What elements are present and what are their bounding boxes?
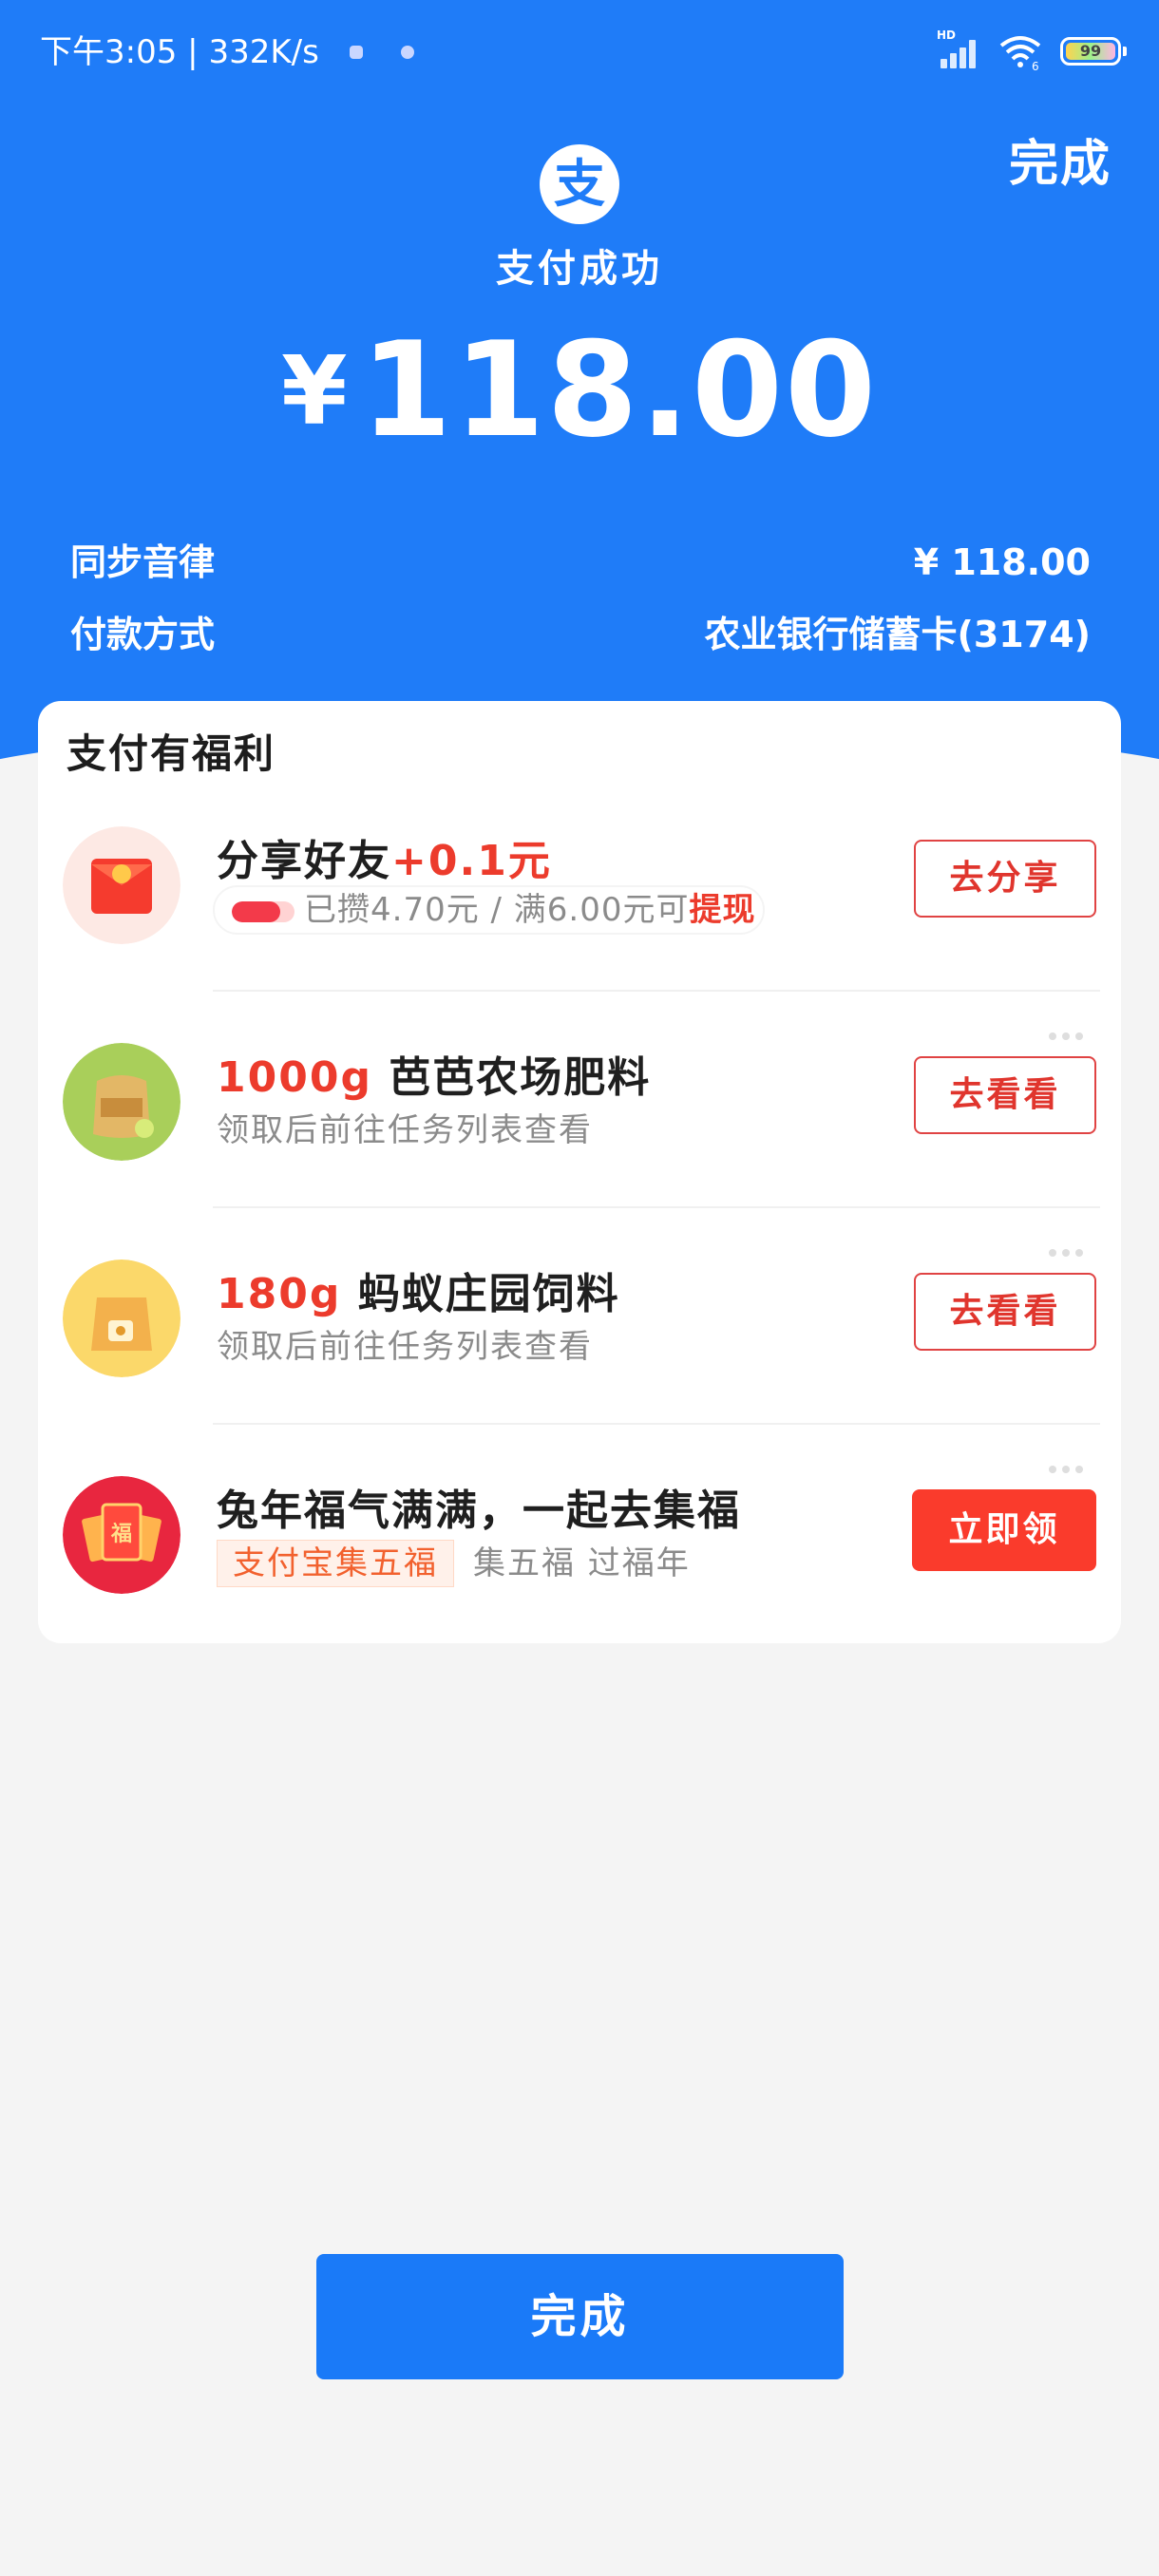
- fu-subtitle: 支付宝集五福 集五福 过福年: [217, 1537, 691, 1587]
- info-row-merchant: 同步音律 ¥ 118.00: [70, 536, 1091, 589]
- share-progress-text: 已攒4.70元 / 满6.00元可: [304, 891, 690, 929]
- fu-tag: 支付宝集五福: [217, 1540, 454, 1587]
- notification-icon: [350, 46, 363, 59]
- info-row-payment-method: 付款方式 农业银行储蓄卡(3174): [70, 608, 1091, 661]
- clock: 下午3:05: [40, 33, 178, 71]
- ant-subtitle: 领取后前往任务列表查看: [217, 1328, 593, 1366]
- svg-text:6: 6: [1032, 60, 1039, 70]
- share-title-text: 分享好友: [217, 837, 391, 885]
- divider: [213, 1423, 1100, 1425]
- battery-icon: 99: [1060, 37, 1127, 66]
- status-time: 下午3:05 | 332K/s: [40, 33, 319, 71]
- fu-subtitle-text: 集五福 过福年: [473, 1544, 691, 1582]
- benefits-card: 支付有福利 分享好友+0.1元 已攒4.70元 / 满6.00元可提现 去分享: [38, 701, 1121, 1643]
- more-options-icon[interactable]: [1049, 1026, 1092, 1040]
- share-button[interactable]: 去分享: [914, 840, 1096, 918]
- withdraw-link[interactable]: 提现: [689, 891, 755, 929]
- wifi-icon: 6: [999, 36, 1041, 70]
- alipay-logo-icon: 支: [540, 144, 619, 224]
- fu-card-icon: 福: [63, 1476, 180, 1594]
- divider: [213, 1206, 1100, 1208]
- amount-value: 118.00: [360, 313, 879, 466]
- ant-amount: 180g: [217, 1270, 342, 1318]
- notification-dot-icon: [401, 46, 414, 59]
- hd-label: HD: [937, 28, 957, 42]
- cellular-signal-icon: HD: [937, 28, 980, 68]
- farm-subtitle: 领取后前往任务列表查看: [217, 1111, 593, 1149]
- divider: [213, 990, 1100, 992]
- farm-title-text: 芭芭农场肥料: [371, 1053, 652, 1102]
- red-envelope-icon: [63, 826, 180, 944]
- ant-view-button[interactable]: 去看看: [914, 1273, 1096, 1351]
- feed-bag-icon: [63, 1260, 180, 1377]
- farm-amount: 1000g: [217, 1053, 372, 1102]
- share-title: 分享好友+0.1元: [217, 826, 552, 887]
- status-icons: HD 6 99: [937, 28, 1127, 70]
- benefits-title: 支付有福利: [66, 730, 276, 777]
- fertilizer-bag-icon: [63, 1043, 180, 1161]
- benefit-item-ant-farm[interactable]: 180g 蚂蚁庄园饲料 领取后前往任务列表查看 去看看: [38, 1260, 1121, 1474]
- svg-text:福: 福: [110, 1523, 132, 1546]
- benefit-item-farm[interactable]: 1000g 芭芭农场肥料 领取后前往任务列表查看 去看看: [38, 1043, 1121, 1258]
- payment-method-label: 付款方式: [70, 614, 216, 655]
- payment-success-page: 下午3:05 | 332K/s HD 6 99 完成 支 支付成功 ¥118.0…: [0, 0, 1159, 2576]
- more-options-icon[interactable]: [1049, 1459, 1092, 1473]
- more-options-icon[interactable]: [1049, 1242, 1092, 1257]
- fu-claim-button[interactable]: 立即领: [912, 1489, 1096, 1571]
- done-top-button[interactable]: 完成: [1009, 123, 1112, 195]
- ant-title: 180g 蚂蚁庄园饲料: [217, 1260, 620, 1320]
- battery-level: 99: [1066, 43, 1115, 60]
- currency-symbol: ¥: [280, 335, 348, 446]
- status-bar: 下午3:05 | 332K/s HD 6 99: [40, 28, 1127, 76]
- share-bonus: +0.1元: [391, 837, 552, 885]
- share-progress-bar: [232, 901, 294, 922]
- network-speed: 332K/s: [208, 33, 319, 71]
- merchant-amount: ¥ 118.00: [913, 541, 1091, 583]
- farm-view-button[interactable]: 去看看: [914, 1056, 1096, 1134]
- share-progress: 已攒4.70元 / 满6.00元可提现: [213, 885, 766, 935]
- payment-status-text: 支付成功: [496, 247, 663, 291]
- payment-amount: ¥118.00: [0, 313, 1159, 466]
- farm-title: 1000g 芭芭农场肥料: [217, 1043, 651, 1104]
- done-button[interactable]: 完成: [316, 2254, 844, 2379]
- fu-title: 兔年福气满满，一起去集福: [217, 1487, 741, 1535]
- ant-title-text: 蚂蚁庄园饲料: [341, 1270, 620, 1318]
- benefit-item-share[interactable]: 分享好友+0.1元 已攒4.70元 / 满6.00元可提现 去分享: [38, 826, 1121, 1041]
- benefit-item-five-fu[interactable]: 福 兔年福气满满，一起去集福 支付宝集五福 集五福 过福年 立即领: [38, 1476, 1121, 1691]
- merchant-label: 同步音律: [70, 541, 216, 583]
- payment-method-value: 农业银行储蓄卡(3174): [704, 614, 1092, 655]
